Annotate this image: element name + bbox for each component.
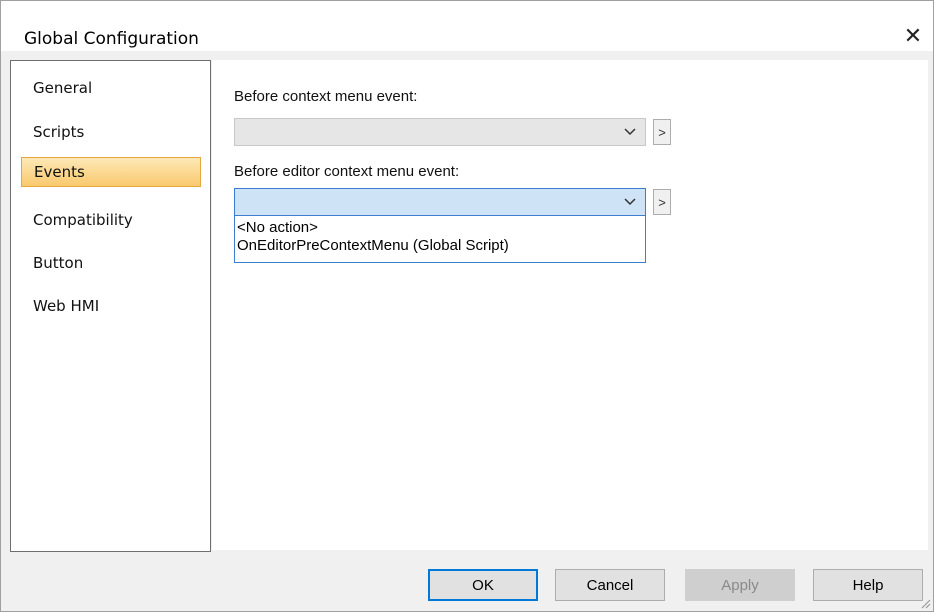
sidebar-item-label: Events	[34, 163, 85, 181]
global-configuration-dialog: Global Configuration ✕ General Scripts E…	[0, 0, 934, 612]
chevron-down-icon	[621, 193, 639, 211]
cancel-button-label: Cancel	[586, 576, 634, 594]
chevron-right-icon: >	[658, 124, 666, 140]
editor-context-menu-event-label: Before editor context menu event:	[234, 163, 460, 180]
sidebar-item-button[interactable]: Button	[21, 248, 201, 278]
help-button-label: Help	[852, 576, 884, 594]
sidebar-item-label: General	[33, 79, 93, 97]
cancel-button[interactable]: Cancel	[555, 569, 665, 601]
sidebar-item-label: Compatibility	[33, 211, 133, 229]
sidebar-item-label: Scripts	[33, 123, 85, 141]
context-menu-event-label: Before context menu event:	[234, 88, 418, 105]
title-bar: Global Configuration ✕	[1, 1, 933, 49]
apply-button[interactable]: Apply	[685, 569, 795, 601]
editor-context-menu-event-select[interactable]	[234, 188, 646, 216]
resize-grip-icon[interactable]	[919, 597, 931, 609]
help-button[interactable]: Help	[813, 569, 923, 601]
context-menu-event-select[interactable]	[234, 118, 646, 146]
editor-context-menu-dropdown-list: <No action> OnEditorPreContextMenu (Glob…	[234, 216, 646, 263]
sidebar-item-web-hmi[interactable]: Web HMI	[21, 291, 201, 321]
context-menu-event-browse-button[interactable]: >	[653, 119, 671, 145]
category-list: General Scripts Events Compatibility But…	[10, 60, 211, 552]
sidebar-item-scripts[interactable]: Scripts	[21, 117, 201, 147]
sidebar-item-general[interactable]: General	[21, 73, 201, 103]
events-panel: Before context menu event: > Before edit…	[212, 60, 928, 550]
chevron-down-icon	[621, 123, 639, 141]
chevron-right-icon: >	[658, 194, 666, 210]
ok-button[interactable]: OK	[428, 569, 538, 601]
close-button[interactable]: ✕	[893, 21, 933, 51]
sidebar-item-events[interactable]: Events	[21, 157, 201, 187]
sidebar-item-label: Web HMI	[33, 297, 100, 315]
sidebar-item-compatibility[interactable]: Compatibility	[21, 205, 201, 235]
ok-button-label: OK	[472, 576, 494, 594]
editor-context-menu-event-browse-button[interactable]: >	[653, 189, 671, 215]
dropdown-option-no-action[interactable]: <No action>	[235, 219, 645, 237]
sidebar-item-label: Button	[33, 254, 84, 272]
dialog-client-area: General Scripts Events Compatibility But…	[1, 51, 933, 611]
close-icon: ✕	[903, 23, 923, 48]
apply-button-label: Apply	[721, 576, 759, 594]
window-title: Global Configuration	[24, 29, 199, 49]
dropdown-option-oneditorprecontextmenu[interactable]: OnEditorPreContextMenu (Global Script)	[235, 237, 645, 255]
